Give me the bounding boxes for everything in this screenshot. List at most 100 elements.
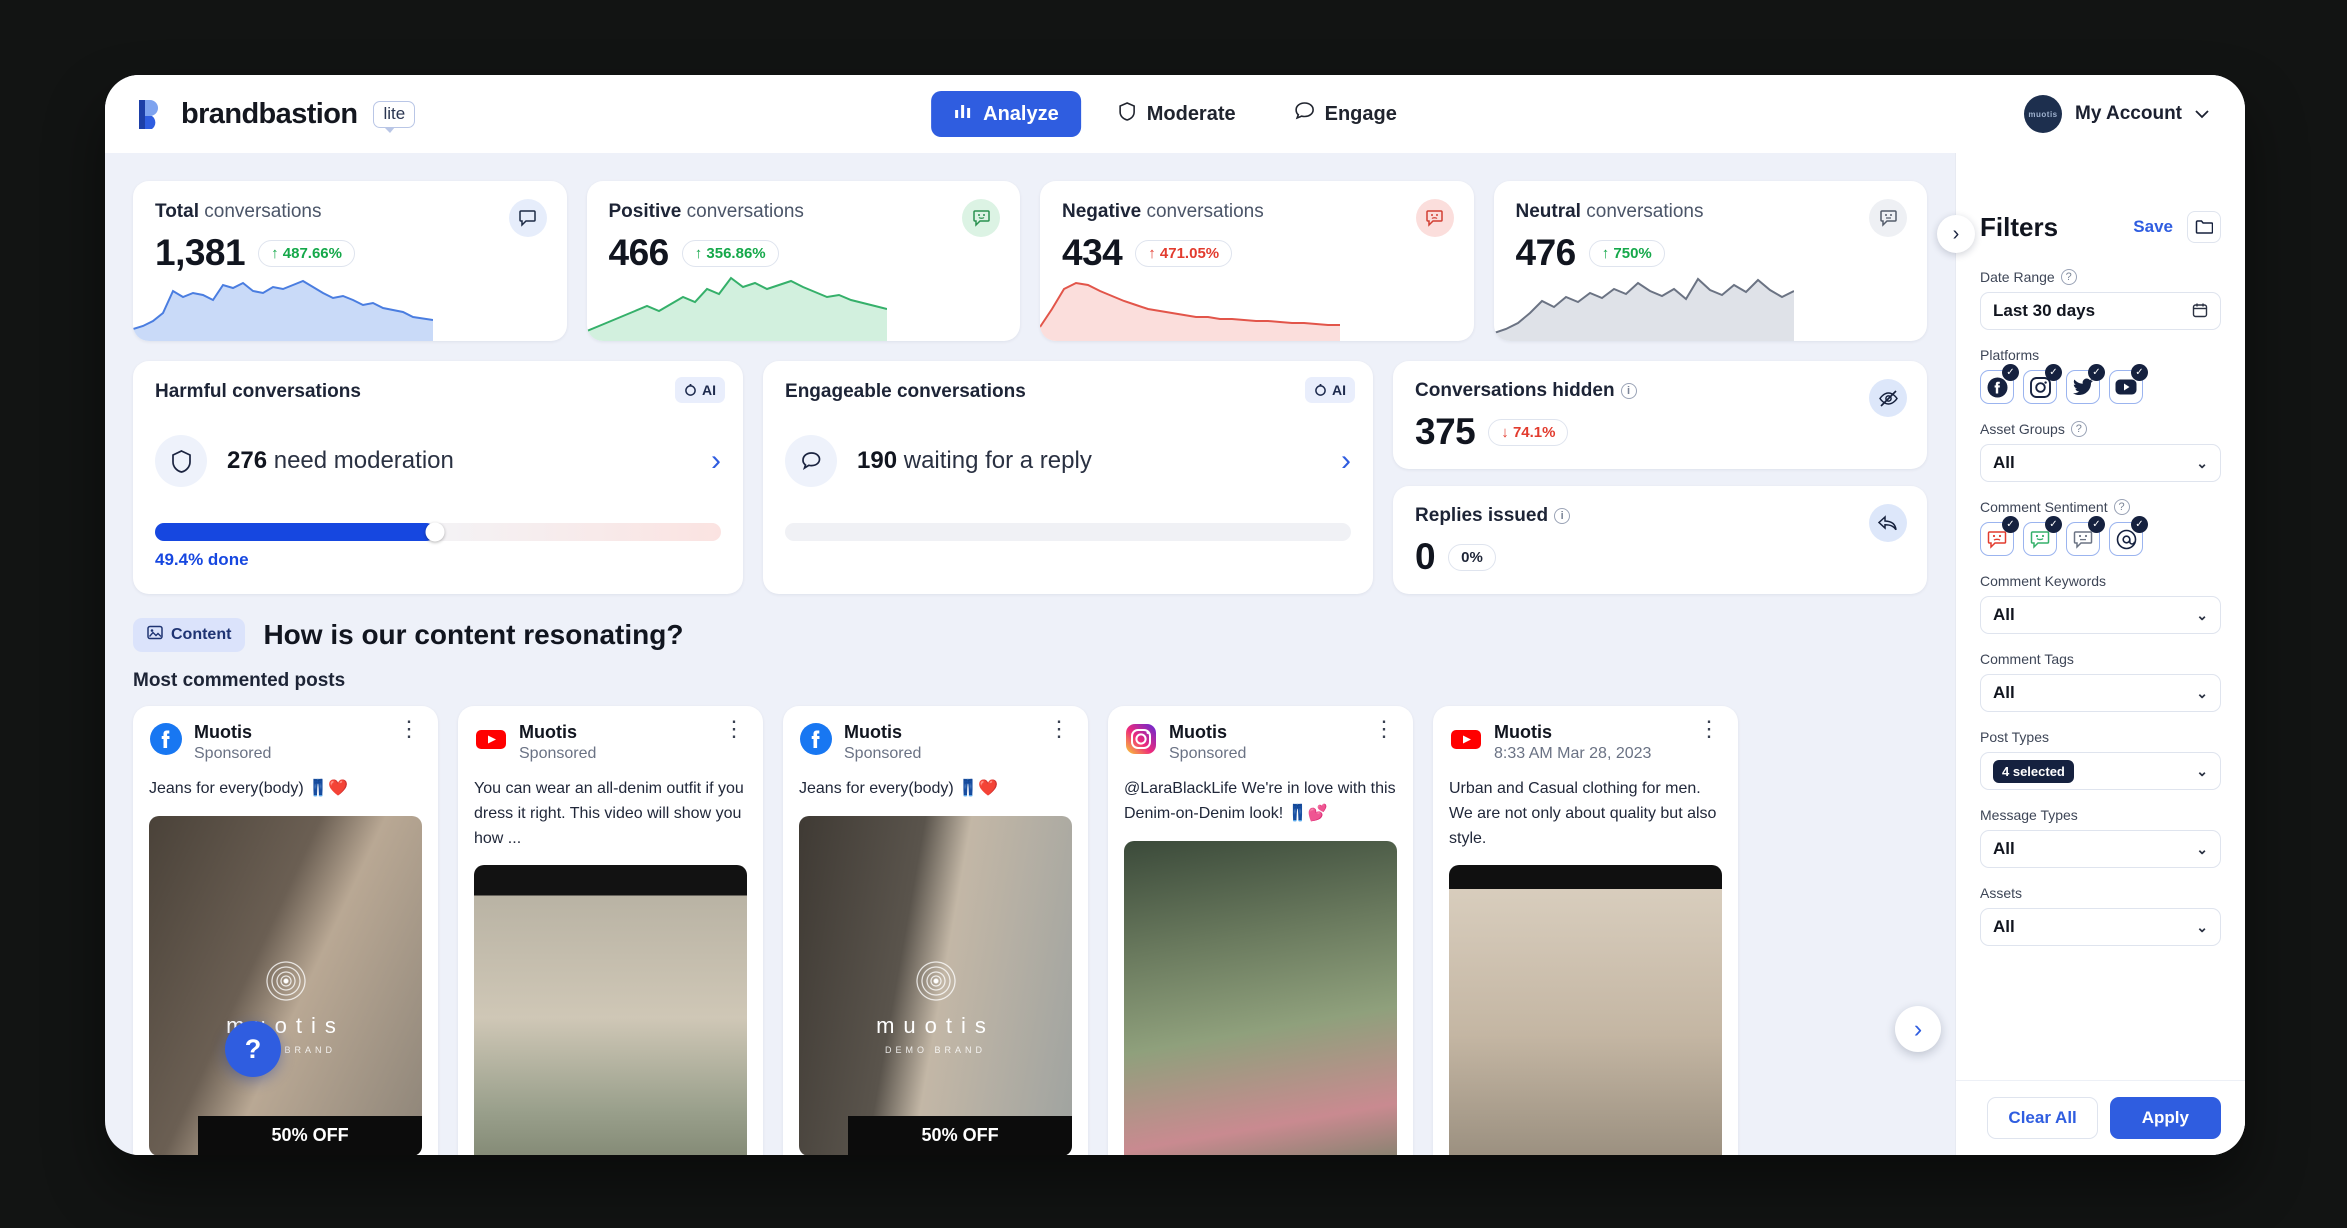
app-window: brandbastion lite Analyze Moderate Engag…	[105, 75, 2245, 1155]
post-card[interactable]: Muotis Sponsored ⋮ Jeans for every(body)…	[783, 706, 1088, 1155]
tab-moderate[interactable]: Moderate	[1095, 90, 1258, 139]
sentiment-positive-toggle[interactable]: ✓	[2023, 516, 2062, 556]
comment-keywords-select[interactable]: All ⌄	[1980, 596, 2221, 634]
card-conversations-hidden: Conversations hidden i 375 ↓ 74.1%	[1393, 361, 1927, 469]
stat-delta: ↑ 356.86%	[681, 239, 779, 267]
eye-off-icon	[1869, 379, 1907, 417]
muotis-logo-icon	[263, 958, 308, 1003]
info-icon[interactable]: i	[1554, 508, 1571, 524]
negative-sentiment-icon	[1987, 530, 2007, 549]
date-range-select[interactable]: Last 30 days	[1980, 292, 2221, 330]
post-card[interactable]: Muotis Sponsored ⋮ You can wear an all-d…	[458, 706, 763, 1155]
app-header: brandbastion lite Analyze Moderate Engag…	[105, 75, 2245, 153]
post-image-sale-label: 50% OFF	[848, 1115, 1072, 1155]
comment-tags-value: All	[1993, 683, 2015, 702]
folder-icon[interactable]	[2187, 211, 2221, 243]
platform-facebook-toggle[interactable]: ✓	[1980, 364, 2019, 404]
post-image: muotis DEMO BRAND 50% OFF	[799, 815, 1072, 1155]
account-menu[interactable]: muotis My Account	[2024, 95, 2209, 133]
chevron-down-icon: ⌄	[2196, 840, 2208, 857]
post-menu-icon[interactable]: ⋮	[1048, 718, 1070, 740]
card-title: Replies issued i	[1415, 505, 1905, 527]
comment-keywords-value: All	[1993, 605, 2015, 624]
card-title: Engageable conversations	[785, 381, 1026, 402]
message-types-select[interactable]: All ⌄	[1980, 830, 2221, 868]
tab-analyze-label: Analyze	[983, 102, 1059, 125]
chevron-down-icon: ⌄	[2196, 762, 2208, 779]
comment-tags-select[interactable]: All ⌄	[1980, 674, 2221, 712]
sentiment-mention-toggle[interactable]: ✓	[2109, 516, 2148, 556]
post-author: Muotis	[844, 722, 902, 742]
ai-sparkle-icon	[1315, 383, 1326, 396]
post-types-select[interactable]: 4 selected ⌄	[1980, 752, 2221, 790]
post-card[interactable]: Muotis Sponsored ⋮ Jeans for every(body)…	[133, 706, 438, 1155]
collapse-filters-button[interactable]: ›	[1937, 215, 1975, 253]
post-meta: Sponsored	[844, 745, 922, 762]
engageable-count-text: 190 waiting for a reply	[857, 447, 1092, 474]
post-menu-icon[interactable]: ⋮	[1698, 718, 1720, 740]
sparkline-negative	[1040, 281, 1340, 341]
info-icon[interactable]: ?	[2113, 499, 2130, 515]
info-icon[interactable]: ?	[2070, 421, 2087, 437]
stat-cards-row: Total conversations 1,381 ↑ 487.66% Posi…	[133, 181, 1927, 341]
account-label: My Account	[2075, 103, 2182, 124]
posts-carousel: Muotis Sponsored ⋮ Jeans for every(body)…	[133, 706, 1941, 1155]
brand-logo[interactable]: brandbastion lite	[135, 97, 416, 133]
instagram-icon	[1124, 722, 1158, 761]
harmful-link[interactable]: 276 need moderation ›	[155, 435, 721, 487]
filter-label: Assets	[1980, 885, 2023, 901]
asset-groups-select[interactable]: All ⌄	[1980, 444, 2221, 482]
post-menu-icon[interactable]: ⋮	[1373, 718, 1395, 740]
chevron-down-icon	[2195, 103, 2209, 125]
platform-instagram-toggle[interactable]: ✓	[2023, 364, 2062, 404]
moderation-progress-bar[interactable]	[155, 522, 722, 542]
apply-button[interactable]: Apply	[2109, 1097, 2221, 1139]
brandbastion-logo-icon	[135, 97, 169, 131]
check-icon: ✓	[2045, 364, 2062, 381]
chevron-right-icon[interactable]: ›	[711, 444, 721, 478]
clear-all-button[interactable]: Clear All	[1987, 1097, 2098, 1139]
platform-twitter-toggle[interactable]: ✓	[2066, 364, 2105, 404]
save-filters-link[interactable]: Save	[2133, 217, 2173, 237]
youtube-icon	[2115, 379, 2137, 395]
progress-knob[interactable]	[425, 522, 445, 542]
post-menu-icon[interactable]: ⋮	[398, 718, 420, 740]
engageable-link[interactable]: 190 waiting for a reply ›	[785, 435, 1351, 487]
insight-cards-row: Harmful conversations AI 276 need modera…	[133, 361, 1927, 594]
stat-value: 434	[1062, 232, 1123, 273]
assets-select[interactable]: All ⌄	[1980, 908, 2221, 946]
info-icon[interactable]: i	[1620, 383, 1637, 399]
sparkline-positive	[586, 276, 887, 341]
post-image-brandplate: muotis DEMO BRAND	[149, 958, 422, 1055]
info-icon[interactable]: ?	[2060, 269, 2077, 285]
post-card[interactable]: Muotis 8:33 AM Mar 28, 2023 ⋮ Urban and …	[1433, 706, 1738, 1155]
chevron-down-icon: ⌄	[2196, 454, 2208, 471]
post-image-brandplate: muotis DEMO BRAND	[799, 958, 1072, 1055]
tab-engage[interactable]: Engage	[1272, 90, 1419, 138]
tab-analyze[interactable]: Analyze	[931, 91, 1081, 137]
chevron-down-icon: ⌄	[2196, 918, 2208, 935]
filter-date-range: Date Range? Last 30 days	[1980, 269, 2221, 330]
post-menu-icon[interactable]: ⋮	[723, 718, 745, 740]
post-meta: Sponsored	[519, 745, 597, 762]
filter-comment-tags: Comment Tags All ⌄	[1980, 651, 2221, 712]
shield-icon	[155, 435, 207, 487]
post-author: Muotis	[1494, 722, 1552, 742]
sparkline-total	[133, 279, 433, 341]
filter-message-types: Message Types All ⌄	[1980, 807, 2221, 868]
post-author: Muotis	[1169, 722, 1227, 742]
card-replies-issued: Replies issued i 0 0%	[1393, 486, 1927, 594]
sentiment-neutral-toggle[interactable]: ✓	[2066, 516, 2105, 556]
stat-value: 1,381	[155, 232, 246, 273]
check-icon: ✓	[2131, 364, 2148, 381]
sentiment-negative-toggle[interactable]: ✓	[1980, 516, 2019, 556]
platform-youtube-toggle[interactable]: ✓	[2109, 364, 2148, 404]
help-button[interactable]: ?	[225, 1021, 281, 1077]
post-image: muotis DEMO BRAND 50% OFF	[149, 815, 422, 1155]
chevron-right-icon[interactable]: ›	[1341, 444, 1351, 478]
main-navigation: Analyze Moderate Engage	[931, 90, 1419, 139]
filters-title: Filters	[1980, 211, 2059, 242]
youtube-icon	[1449, 722, 1483, 761]
carousel-next-button[interactable]: ›	[1895, 1006, 1941, 1052]
post-card[interactable]: Muotis Sponsored ⋮ @LaraBlackLife We're …	[1108, 706, 1413, 1155]
